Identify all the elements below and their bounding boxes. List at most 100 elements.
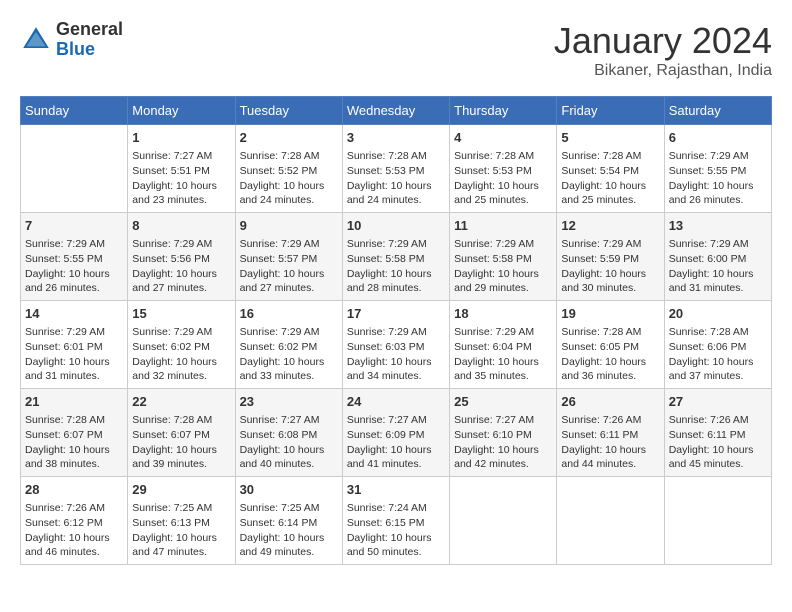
calendar-cell: 11Sunrise: 7:29 AMSunset: 5:58 PMDayligh… bbox=[450, 213, 557, 301]
calendar-cell: 20 Sunrise: 7:28 AMSunset: 6:06 PMDayligh… bbox=[664, 301, 771, 389]
cell-content: Sunrise: 7:29 AMSunset: 5:59 PMDaylight:… bbox=[561, 237, 659, 296]
calendar-cell: 24 Sunrise: 7:27 AMSunset: 6:09 PMDayligh… bbox=[342, 389, 449, 477]
calendar-week-3: 14 Sunrise: 7:29 AMSunset: 6:01 PMDayligh… bbox=[21, 301, 772, 389]
cell-content: Sunrise: 7:27 AMSunset: 6:08 PMDaylight:… bbox=[240, 413, 338, 472]
day-number: 20 bbox=[669, 305, 767, 323]
day-number: 9 bbox=[240, 217, 338, 235]
cell-content: Sunrise: 7:29 AMSunset: 6:03 PMDaylight:… bbox=[347, 325, 445, 384]
day-number: 7 bbox=[25, 217, 123, 235]
calendar-cell: 16Sunrise: 7:29 AMSunset: 6:02 PMDayligh… bbox=[235, 301, 342, 389]
cell-content: Sunrise: 7:26 AMSunset: 6:11 PMDaylight:… bbox=[669, 413, 767, 472]
day-number: 3 bbox=[347, 129, 445, 147]
cell-content: Sunrise: 7:28 AMSunset: 5:54 PMDaylight:… bbox=[561, 149, 659, 208]
calendar-body: 1 Sunrise: 7:27 AMSunset: 5:51 PMDaylight… bbox=[21, 125, 772, 565]
day-number: 14 bbox=[25, 305, 123, 323]
cell-content: Sunrise: 7:27 AMSunset: 6:09 PMDaylight:… bbox=[347, 413, 445, 472]
header-row: SundayMondayTuesdayWednesdayThursdayFrid… bbox=[21, 97, 772, 125]
calendar-week-2: 7 Sunrise: 7:29 AMSunset: 5:55 PMDaylight… bbox=[21, 213, 772, 301]
calendar-cell: 7 Sunrise: 7:29 AMSunset: 5:55 PMDaylight… bbox=[21, 213, 128, 301]
calendar-cell: 19 Sunrise: 7:28 AMSunset: 6:05 PMDayligh… bbox=[557, 301, 664, 389]
cell-content: Sunrise: 7:29 AMSunset: 6:00 PMDaylight:… bbox=[669, 237, 767, 296]
calendar-cell: 1 Sunrise: 7:27 AMSunset: 5:51 PMDaylight… bbox=[128, 125, 235, 213]
calendar-cell: 28Sunrise: 7:26 AMSunset: 6:12 PMDayligh… bbox=[21, 477, 128, 565]
day-number: 25 bbox=[454, 393, 552, 411]
header-day-tuesday: Tuesday bbox=[235, 97, 342, 125]
calendar-cell: 31Sunrise: 7:24 AMSunset: 6:15 PMDayligh… bbox=[342, 477, 449, 565]
day-number: 19 bbox=[561, 305, 659, 323]
calendar-cell: 10 Sunrise: 7:29 AMSunset: 5:58 PMDayligh… bbox=[342, 213, 449, 301]
day-number: 1 bbox=[132, 129, 230, 147]
calendar-cell: 30 Sunrise: 7:25 AMSunset: 6:14 PMDayligh… bbox=[235, 477, 342, 565]
calendar-cell: 15Sunrise: 7:29 AMSunset: 6:02 PMDayligh… bbox=[128, 301, 235, 389]
calendar-cell: 6 Sunrise: 7:29 AMSunset: 5:55 PMDaylight… bbox=[664, 125, 771, 213]
calendar-cell: 17Sunrise: 7:29 AMSunset: 6:03 PMDayligh… bbox=[342, 301, 449, 389]
day-number: 6 bbox=[669, 129, 767, 147]
cell-content: Sunrise: 7:29 AMSunset: 5:55 PMDaylight:… bbox=[25, 237, 123, 296]
cell-content: Sunrise: 7:29 AMSunset: 5:56 PMDaylight:… bbox=[132, 237, 230, 296]
calendar-cell: 22Sunrise: 7:28 AMSunset: 6:07 PMDayligh… bbox=[128, 389, 235, 477]
day-number: 31 bbox=[347, 481, 445, 499]
title-section: January 2024 Bikaner, Rajasthan, India bbox=[554, 20, 772, 80]
calendar-cell: 14 Sunrise: 7:29 AMSunset: 6:01 PMDayligh… bbox=[21, 301, 128, 389]
cell-content: Sunrise: 7:27 AMSunset: 6:10 PMDaylight:… bbox=[454, 413, 552, 472]
cell-content: Sunrise: 7:29 AMSunset: 6:02 PMDaylight:… bbox=[240, 325, 338, 384]
calendar-cell bbox=[557, 477, 664, 565]
calendar-cell: 25 Sunrise: 7:27 AMSunset: 6:10 PMDayligh… bbox=[450, 389, 557, 477]
day-number: 26 bbox=[561, 393, 659, 411]
cell-content: Sunrise: 7:29 AMSunset: 5:57 PMDaylight:… bbox=[240, 237, 338, 296]
cell-content: Sunrise: 7:28 AMSunset: 6:06 PMDaylight:… bbox=[669, 325, 767, 384]
cell-content: Sunrise: 7:29 AMSunset: 6:04 PMDaylight:… bbox=[454, 325, 552, 384]
cell-content: Sunrise: 7:29 AMSunset: 6:01 PMDaylight:… bbox=[25, 325, 123, 384]
cell-content: Sunrise: 7:28 AMSunset: 6:07 PMDaylight:… bbox=[132, 413, 230, 472]
calendar-cell: 29 Sunrise: 7:25 AMSunset: 6:13 PMDayligh… bbox=[128, 477, 235, 565]
day-number: 30 bbox=[240, 481, 338, 499]
cell-content: Sunrise: 7:27 AMSunset: 5:51 PMDaylight:… bbox=[132, 149, 230, 208]
header: General Blue January 2024 Bikaner, Rajas… bbox=[20, 20, 772, 80]
month-title: January 2024 bbox=[554, 20, 772, 62]
calendar-cell: 13 Sunrise: 7:29 AMSunset: 6:00 PMDayligh… bbox=[664, 213, 771, 301]
day-number: 10 bbox=[347, 217, 445, 235]
location-subtitle: Bikaner, Rajasthan, India bbox=[554, 62, 772, 80]
calendar-cell: 18 Sunrise: 7:29 AMSunset: 6:04 PMDayligh… bbox=[450, 301, 557, 389]
calendar-table: SundayMondayTuesdayWednesdayThursdayFrid… bbox=[20, 96, 772, 565]
calendar-cell: 21Sunrise: 7:28 AMSunset: 6:07 PMDayligh… bbox=[21, 389, 128, 477]
calendar-cell: 23Sunrise: 7:27 AMSunset: 6:08 PMDayligh… bbox=[235, 389, 342, 477]
day-number: 5 bbox=[561, 129, 659, 147]
calendar-week-4: 21Sunrise: 7:28 AMSunset: 6:07 PMDayligh… bbox=[21, 389, 772, 477]
header-day-saturday: Saturday bbox=[664, 97, 771, 125]
calendar-cell: 3 Sunrise: 7:28 AMSunset: 5:53 PMDaylight… bbox=[342, 125, 449, 213]
day-number: 24 bbox=[347, 393, 445, 411]
day-number: 27 bbox=[669, 393, 767, 411]
logo: General Blue bbox=[20, 20, 123, 60]
day-number: 15 bbox=[132, 305, 230, 323]
calendar-cell bbox=[21, 125, 128, 213]
cell-content: Sunrise: 7:28 AMSunset: 6:05 PMDaylight:… bbox=[561, 325, 659, 384]
cell-content: Sunrise: 7:26 AMSunset: 6:11 PMDaylight:… bbox=[561, 413, 659, 472]
cell-content: Sunrise: 7:25 AMSunset: 6:14 PMDaylight:… bbox=[240, 501, 338, 560]
calendar-week-1: 1 Sunrise: 7:27 AMSunset: 5:51 PMDaylight… bbox=[21, 125, 772, 213]
calendar-header: SundayMondayTuesdayWednesdayThursdayFrid… bbox=[21, 97, 772, 125]
day-number: 12 bbox=[561, 217, 659, 235]
day-number: 13 bbox=[669, 217, 767, 235]
cell-content: Sunrise: 7:28 AMSunset: 5:53 PMDaylight:… bbox=[347, 149, 445, 208]
cell-content: Sunrise: 7:28 AMSunset: 5:52 PMDaylight:… bbox=[240, 149, 338, 208]
day-number: 8 bbox=[132, 217, 230, 235]
day-number: 28 bbox=[25, 481, 123, 499]
calendar-cell: 4Sunrise: 7:28 AMSunset: 5:53 PMDaylight… bbox=[450, 125, 557, 213]
cell-content: Sunrise: 7:29 AMSunset: 5:55 PMDaylight:… bbox=[669, 149, 767, 208]
day-number: 11 bbox=[454, 217, 552, 235]
cell-content: Sunrise: 7:29 AMSunset: 5:58 PMDaylight:… bbox=[347, 237, 445, 296]
cell-content: Sunrise: 7:25 AMSunset: 6:13 PMDaylight:… bbox=[132, 501, 230, 560]
calendar-cell: 2Sunrise: 7:28 AMSunset: 5:52 PMDaylight… bbox=[235, 125, 342, 213]
calendar-cell bbox=[450, 477, 557, 565]
header-day-sunday: Sunday bbox=[21, 97, 128, 125]
calendar-cell: 27 Sunrise: 7:26 AMSunset: 6:11 PMDayligh… bbox=[664, 389, 771, 477]
header-day-monday: Monday bbox=[128, 97, 235, 125]
day-number: 18 bbox=[454, 305, 552, 323]
calendar-cell: 12 Sunrise: 7:29 AMSunset: 5:59 PMDayligh… bbox=[557, 213, 664, 301]
day-number: 29 bbox=[132, 481, 230, 499]
calendar-cell: 9 Sunrise: 7:29 AMSunset: 5:57 PMDaylight… bbox=[235, 213, 342, 301]
calendar-cell bbox=[664, 477, 771, 565]
calendar-week-5: 28Sunrise: 7:26 AMSunset: 6:12 PMDayligh… bbox=[21, 477, 772, 565]
calendar-cell: 8 Sunrise: 7:29 AMSunset: 5:56 PMDaylight… bbox=[128, 213, 235, 301]
